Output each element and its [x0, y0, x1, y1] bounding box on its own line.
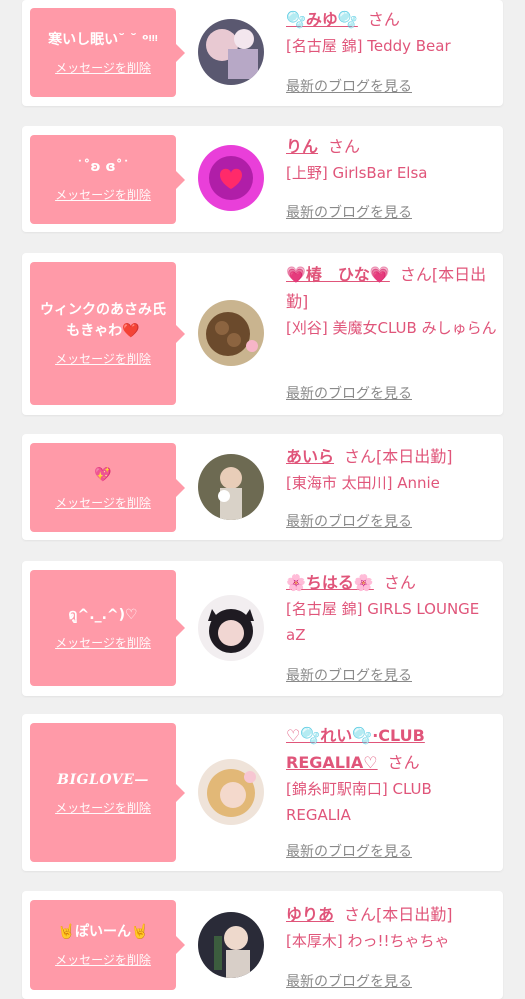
cast-avatar[interactable]: [198, 759, 264, 825]
avatar-photo-image: [198, 759, 264, 825]
cast-info: りん さん [上野] GirlsBar Elsa: [286, 133, 500, 186]
latest-blog-link[interactable]: 最新のブログを見る: [286, 383, 412, 403]
shop-info: [名古屋 錦] Teddy Bear: [286, 37, 451, 55]
avatar-photo-image: [198, 595, 264, 661]
latest-blog-link[interactable]: 最新のブログを見る: [286, 665, 412, 685]
cast-message: ดู^._.^)♡: [68, 607, 138, 623]
latest-blog-link[interactable]: 最新のブログを見る: [286, 971, 412, 991]
cast-message: BIGLOVE—: [57, 771, 149, 788]
latest-blog-link[interactable]: 最新のブログを見る: [286, 841, 412, 861]
shop-info: [錦糸町駅南口] CLUB REGALIA: [286, 780, 432, 824]
cast-card: ดู^._.^)♡ メッセージを削除 🌸ちはる🌸 さん [名古屋 錦] GIRLS…: [22, 561, 503, 696]
message-bubble: BIGLOVE— メッセージを削除: [30, 723, 185, 862]
avatar-photo-image: [198, 912, 264, 978]
cast-message: ˙˚ʚ ɞ˚˙: [76, 158, 130, 175]
honorific: さん: [328, 137, 361, 156]
avatar-photo-image: [198, 19, 264, 85]
shop-info: [本厚木] わっ!!ちゃちゃ: [286, 932, 450, 950]
cast-avatar[interactable]: [198, 912, 264, 978]
cast-message: 寒いし眠い˘ ˘ ᵒᵎᵎᵎ: [48, 31, 158, 48]
latest-blog-link[interactable]: 最新のブログを見る: [286, 511, 412, 531]
honorific: さん: [387, 753, 420, 772]
cast-name-link[interactable]: 🫧みゆ🫧: [286, 10, 358, 29]
message-bubble: ウィンクのあさみ氏もきゃわ❤️ メッセージを削除: [30, 262, 185, 405]
honorific: さん[本日出勤]: [344, 447, 453, 466]
cast-info: 🫧みゆ🫧 さん [名古屋 錦] Teddy Bear: [286, 6, 500, 59]
cast-name-link[interactable]: 💗椿 ひな💗: [286, 265, 390, 284]
cast-card: BIGLOVE— メッセージを削除 ♡🫧れい🫧·CLUB REGALIA♡ さん …: [22, 714, 503, 871]
cast-avatar[interactable]: [198, 300, 264, 366]
avatar-photo-image: [198, 454, 264, 520]
message-bubble: ดู^._.^)♡ メッセージを削除: [30, 570, 185, 686]
message-bubble: ˙˚ʚ ɞ˚˙ メッセージを削除: [30, 135, 185, 224]
delete-message-button[interactable]: メッセージを削除: [55, 634, 151, 651]
cast-avatar[interactable]: [198, 454, 264, 520]
cast-message: ウィンクのあさみ氏もきゃわ❤️: [40, 302, 166, 339]
delete-message-button[interactable]: メッセージを削除: [55, 186, 151, 203]
cast-card: ˙˚ʚ ɞ˚˙ メッセージを削除 りん さん [上野] GirlsBar Elsa…: [22, 126, 503, 232]
cast-card: 💖 メッセージを削除 あいら さん[本日出勤] [東海市 太田川] Annie 最…: [22, 434, 503, 540]
cast-card: 🤘ぽいーん🤘 メッセージを削除 ゆりあ さん[本日出勤] [本厚木] わっ!!ちゃ…: [22, 891, 503, 999]
cast-info: 🌸ちはる🌸 さん [名古屋 錦] GIRLS LOUNGE aZ: [286, 569, 500, 648]
delete-message-button[interactable]: メッセージを削除: [55, 951, 151, 968]
message-bubble: 🤘ぽいーん🤘 メッセージを削除: [30, 900, 185, 990]
delete-message-button[interactable]: メッセージを削除: [55, 494, 151, 511]
latest-blog-link[interactable]: 最新のブログを見る: [286, 202, 412, 222]
cast-info: ゆりあ さん[本日出勤] [本厚木] わっ!!ちゃちゃ: [286, 901, 500, 954]
delete-message-button[interactable]: メッセージを削除: [55, 59, 151, 76]
cast-avatar[interactable]: [198, 595, 264, 661]
cast-avatar[interactable]: [198, 145, 264, 211]
avatar-photo-image: [198, 145, 264, 211]
cast-message: 💖: [94, 466, 112, 483]
cast-info: ♡🫧れい🫧·CLUB REGALIA♡ さん [錦糸町駅南口] CLUB REGA…: [286, 722, 500, 828]
message-bubble: 💖 メッセージを削除: [30, 443, 185, 532]
shop-info: [上野] GirlsBar Elsa: [286, 164, 428, 182]
cast-card: ウィンクのあさみ氏もきゃわ❤️ メッセージを削除 💗椿 ひな💗 さん[本日出勤] …: [22, 253, 503, 415]
favorite-cast-list: 寒いし眠い˘ ˘ ᵒᵎᵎᵎ メッセージを削除 🫧みゆ🫧 さん [名古屋 錦] Te…: [0, 0, 525, 999]
honorific: さん: [367, 10, 400, 29]
cast-info: 💗椿 ひな💗 さん[本日出勤] [刈谷] 美魔女CLUB みしゅらん: [286, 261, 500, 341]
cast-name-link[interactable]: ゆりあ: [286, 905, 334, 924]
cast-card: 寒いし眠い˘ ˘ ᵒᵎᵎᵎ メッセージを削除 🫧みゆ🫧 さん [名古屋 錦] Te…: [22, 0, 503, 106]
delete-message-button[interactable]: メッセージを削除: [55, 350, 151, 367]
honorific: さん: [383, 573, 416, 592]
cast-message: 🤘ぽいーん🤘: [57, 924, 149, 940]
cast-avatar[interactable]: [198, 19, 264, 85]
message-bubble: 寒いし眠い˘ ˘ ᵒᵎᵎᵎ メッセージを削除: [30, 8, 185, 97]
shop-info: [名古屋 錦] GIRLS LOUNGE aZ: [286, 600, 480, 644]
cast-name-link[interactable]: りん: [286, 137, 318, 156]
avatar-photo-image: [198, 300, 264, 366]
cast-name-link[interactable]: あいら: [286, 447, 334, 466]
delete-message-button[interactable]: メッセージを削除: [55, 799, 151, 816]
shop-info: [刈谷] 美魔女CLUB みしゅらん: [286, 319, 497, 337]
honorific: さん[本日出勤]: [344, 905, 453, 924]
cast-name-link[interactable]: 🌸ちはる🌸: [286, 573, 374, 592]
cast-info: あいら さん[本日出勤] [東海市 太田川] Annie: [286, 443, 500, 496]
shop-info: [東海市 太田川] Annie: [286, 474, 440, 492]
latest-blog-link[interactable]: 最新のブログを見る: [286, 76, 412, 96]
